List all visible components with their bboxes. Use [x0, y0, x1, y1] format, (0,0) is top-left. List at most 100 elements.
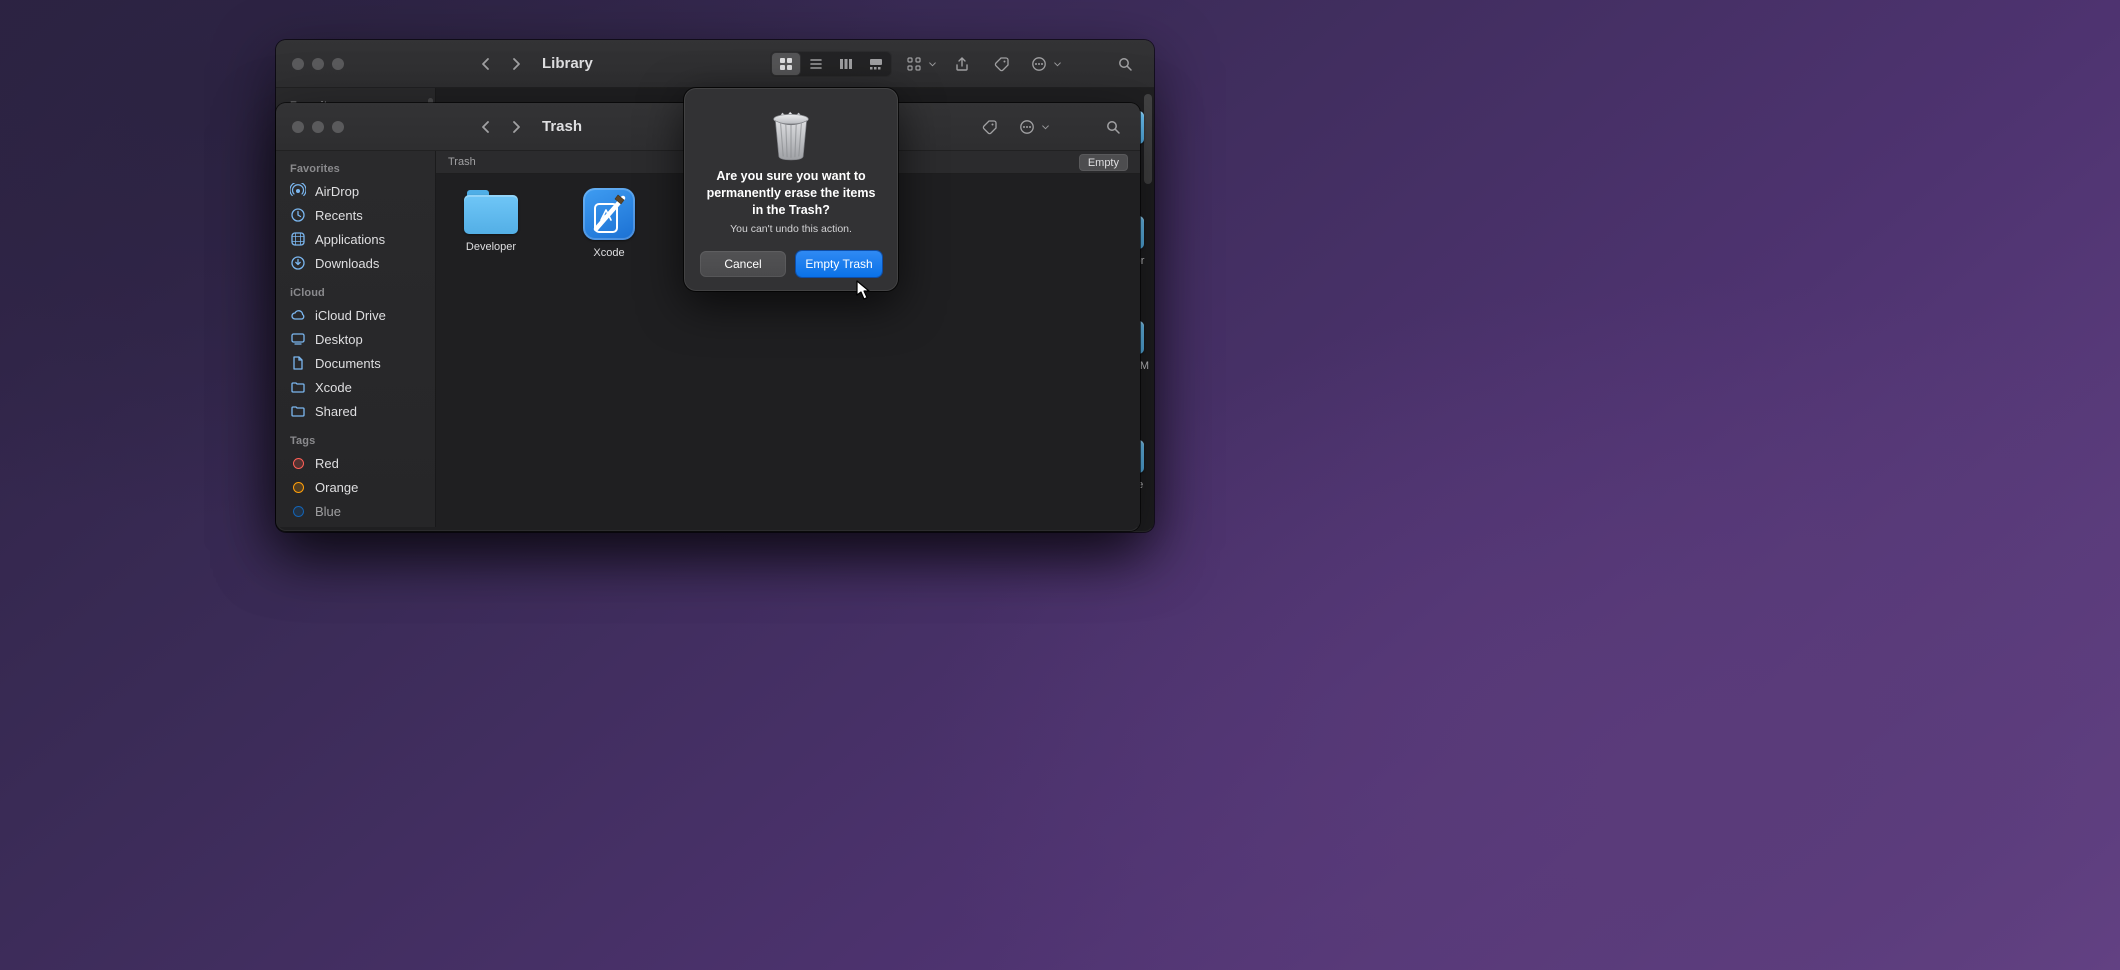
- sidebar-section-icloud: iCloud: [276, 275, 435, 303]
- search-icon: [1117, 56, 1133, 72]
- minimize-button[interactable]: [312, 121, 324, 133]
- tag-icon: [994, 56, 1010, 72]
- path-segment[interactable]: Trash: [448, 156, 476, 168]
- sidebar-item-label: Applications: [315, 232, 385, 247]
- sidebar-item-xcode[interactable]: Xcode: [276, 375, 435, 399]
- group-icon: [906, 56, 922, 72]
- sidebar-item-label: iCloud Drive: [315, 308, 386, 323]
- desktop-icon: [290, 331, 306, 347]
- sidebar-item-label: Xcode: [315, 380, 352, 395]
- close-button[interactable]: [292, 121, 304, 133]
- tags-button[interactable]: [987, 51, 1017, 77]
- window-controls: [276, 58, 360, 70]
- folder-shared-icon: [290, 403, 306, 419]
- close-button[interactable]: [292, 58, 304, 70]
- sidebar: Favorites AirDrop Recents Applications D…: [276, 151, 436, 527]
- chevron-down-icon: [928, 56, 937, 72]
- fullscreen-button[interactable]: [332, 121, 344, 133]
- tag-dot-icon: [290, 455, 306, 471]
- airdrop-icon: [290, 183, 306, 199]
- ellipsis-circle-icon: [1031, 56, 1047, 72]
- chevron-left-icon: [478, 119, 494, 135]
- tag-icon: [982, 119, 998, 135]
- tags-button[interactable]: [975, 114, 1005, 140]
- chevron-down-icon: [1041, 119, 1050, 135]
- file-item-folder[interactable]: Developer: [454, 188, 528, 253]
- empty-trash-button[interactable]: Empty Trash: [796, 251, 882, 277]
- sidebar-item-recents[interactable]: Recents: [276, 203, 435, 227]
- sidebar-item-downloads[interactable]: Downloads: [276, 251, 435, 275]
- chevron-left-icon: [478, 56, 494, 72]
- cancel-button[interactable]: Cancel: [700, 251, 786, 277]
- file-label: Developer: [466, 241, 516, 253]
- sidebar-item-label: Documents: [315, 356, 381, 371]
- action-button[interactable]: [1027, 51, 1051, 77]
- folder-mini-icon: [290, 379, 306, 395]
- forward-button[interactable]: [504, 52, 528, 76]
- file-item-app[interactable]: Xcode: [572, 188, 646, 259]
- trash-icon: [765, 104, 817, 162]
- view-mode-segmented: [770, 51, 892, 77]
- chevron-right-icon: [508, 56, 524, 72]
- titlebar[interactable]: Library: [276, 40, 1154, 88]
- window-title: Library: [542, 55, 593, 72]
- cloud-icon: [290, 307, 306, 323]
- share-icon: [954, 56, 970, 72]
- view-icons-button[interactable]: [772, 53, 800, 75]
- gallery-icon: [868, 56, 884, 72]
- sidebar-item-label: Orange: [315, 480, 358, 495]
- sidebar-tag-red[interactable]: Red: [276, 451, 435, 475]
- action-button[interactable]: [1015, 114, 1039, 140]
- fullscreen-button[interactable]: [332, 58, 344, 70]
- xcode-app-icon: [583, 188, 635, 240]
- sidebar-item-shared[interactable]: Shared: [276, 399, 435, 423]
- sidebar-item-label: Blue: [315, 504, 341, 519]
- sidebar-tag-orange[interactable]: Orange: [276, 475, 435, 499]
- sidebar-item-label: Shared: [315, 404, 357, 419]
- file-label: Xcode: [593, 247, 624, 259]
- grid-icon: [778, 56, 794, 72]
- app-grid-icon: [290, 231, 306, 247]
- view-list-button[interactable]: [802, 53, 830, 75]
- list-icon: [808, 56, 824, 72]
- sidebar-item-icloud-drive[interactable]: iCloud Drive: [276, 303, 435, 327]
- group-by-button[interactable]: [902, 51, 926, 77]
- tag-dot-icon: [290, 503, 306, 519]
- sidebar-item-documents[interactable]: Documents: [276, 351, 435, 375]
- search-button[interactable]: [1110, 51, 1140, 77]
- empty-trash-pill[interactable]: Empty: [1079, 154, 1128, 171]
- back-button[interactable]: [474, 115, 498, 139]
- view-columns-button[interactable]: [832, 53, 860, 75]
- view-gallery-button[interactable]: [862, 53, 890, 75]
- window-title: Trash: [542, 118, 582, 135]
- window-controls: [276, 121, 360, 133]
- sidebar-item-label: AirDrop: [315, 184, 359, 199]
- share-button[interactable]: [947, 51, 977, 77]
- sidebar-tag-blue[interactable]: Blue: [276, 499, 435, 523]
- sidebar-item-label: Recents: [315, 208, 363, 223]
- chevron-right-icon: [508, 119, 524, 135]
- folder-icon: [464, 188, 518, 234]
- forward-button[interactable]: [504, 115, 528, 139]
- sidebar-item-airdrop[interactable]: AirDrop: [276, 179, 435, 203]
- document-icon: [290, 355, 306, 371]
- tag-dot-icon: [290, 479, 306, 495]
- sidebar-section-tags: Tags: [276, 423, 435, 451]
- empty-trash-dialog: Are you sure you want to permanently era…: [684, 88, 898, 291]
- sidebar-item-label: Downloads: [315, 256, 379, 271]
- dialog-subtitle: You can't undo this action.: [730, 223, 852, 235]
- minimize-button[interactable]: [312, 58, 324, 70]
- chevron-down-icon: [1053, 56, 1062, 72]
- download-icon: [290, 255, 306, 271]
- search-button[interactable]: [1098, 114, 1128, 140]
- sidebar-item-label: Desktop: [315, 332, 363, 347]
- back-button[interactable]: [474, 52, 498, 76]
- dialog-title: Are you sure you want to permanently era…: [700, 168, 882, 219]
- search-icon: [1105, 119, 1121, 135]
- sidebar-section-favorites: Favorites: [276, 151, 435, 179]
- sidebar-item-desktop[interactable]: Desktop: [276, 327, 435, 351]
- sidebar-item-applications[interactable]: Applications: [276, 227, 435, 251]
- columns-icon: [838, 56, 854, 72]
- clock-icon: [290, 207, 306, 223]
- ellipsis-circle-icon: [1019, 119, 1035, 135]
